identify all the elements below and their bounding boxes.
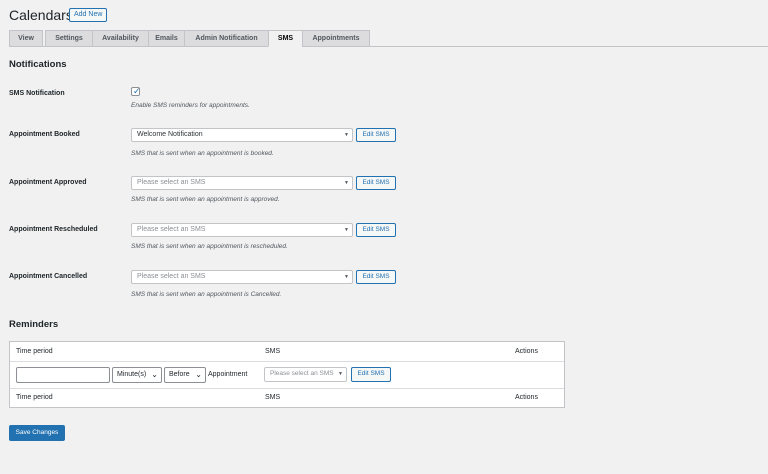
tab-settings[interactable]: Settings: [45, 30, 93, 47]
appointment-rescheduled-select-value: Please select an SMS: [137, 226, 206, 233]
appointment-cancelled-description: SMS that is sent when an appointment is …: [131, 291, 282, 298]
appointment-rescheduled-select[interactable]: Please select an SMS ▼: [131, 223, 353, 237]
edit-sms-button-rescheduled[interactable]: Edit SMS: [356, 223, 396, 237]
column-header-actions: Actions: [515, 348, 538, 355]
edit-sms-button-booked[interactable]: Edit SMS: [356, 128, 396, 142]
appointment-approved-select-value: Please select an SMS: [137, 179, 206, 186]
dropdown-arrow-icon: ▼: [344, 132, 349, 138]
appointment-booked-description: SMS that is sent when an appointment is …: [131, 150, 274, 157]
appointment-booked-label: Appointment Booked: [9, 131, 80, 138]
appointment-rescheduled-description: SMS that is sent when an appointment is …: [131, 243, 288, 250]
footer-time-period: Time period: [16, 394, 53, 401]
edit-sms-button-cancelled[interactable]: Edit SMS: [356, 270, 396, 284]
appointment-approved-description: SMS that is sent when an appointment is …: [131, 196, 280, 203]
reminder-sms-select[interactable]: Please select an SMS ▼: [264, 367, 347, 382]
tab-sms[interactable]: SMS: [268, 30, 303, 47]
appointment-cancelled-select-value: Please select an SMS: [137, 273, 206, 280]
reminders-table: Time period SMS Actions Minute(s) ⌄ Befo…: [9, 341, 565, 408]
time-period-input[interactable]: [16, 367, 110, 383]
tab-bar: View Settings Availability Emails Admin …: [9, 30, 768, 47]
appointment-booked-select-value: Welcome Notification: [137, 131, 203, 138]
edit-sms-button-reminder[interactable]: Edit SMS: [351, 367, 391, 382]
appointment-rescheduled-label: Appointment Rescheduled: [9, 226, 98, 233]
row-divider: [10, 388, 564, 389]
appointment-booked-select[interactable]: Welcome Notification ▼: [131, 128, 353, 142]
footer-actions: Actions: [515, 394, 538, 401]
chevron-down-icon: ⌄: [151, 370, 158, 379]
sms-notification-label: SMS Notification: [9, 90, 65, 97]
dropdown-arrow-icon: ▼: [344, 227, 349, 233]
tab-appointments[interactable]: Appointments: [302, 30, 370, 47]
dropdown-arrow-icon: ▼: [344, 180, 349, 186]
column-header-sms: SMS: [265, 348, 281, 355]
reminders-heading: Reminders: [9, 319, 59, 330]
reminder-sms-select-value: Please select an SMS: [270, 370, 334, 377]
header-divider: [10, 361, 564, 362]
tab-emails[interactable]: Emails: [148, 30, 185, 47]
footer-sms: SMS: [265, 394, 281, 401]
appointment-approved-select[interactable]: Please select an SMS ▼: [131, 176, 353, 190]
add-new-button[interactable]: Add New: [69, 8, 108, 22]
appointment-cancelled-label: Appointment Cancelled: [9, 273, 88, 280]
tab-admin-notification[interactable]: Admin Notification: [184, 30, 269, 47]
appointment-approved-label: Appointment Approved: [9, 179, 87, 186]
unit-select-value: Minute(s): [117, 371, 147, 378]
edit-sms-button-approved[interactable]: Edit SMS: [356, 176, 396, 190]
checkmark-icon: ✓: [133, 86, 141, 96]
dropdown-arrow-icon: ▼: [338, 371, 343, 377]
notifications-heading: Notifications: [9, 59, 67, 70]
appointment-suffix-label: Appointment: [208, 371, 248, 378]
save-changes-button[interactable]: Save Changes: [9, 425, 65, 441]
column-header-time-period: Time period: [16, 348, 53, 355]
unit-select[interactable]: Minute(s) ⌄: [112, 367, 162, 383]
appointment-cancelled-select[interactable]: Please select an SMS ▼: [131, 270, 353, 284]
relation-select-value: Before: [169, 371, 190, 378]
sms-notification-checkbox[interactable]: ✓: [131, 86, 141, 96]
tab-availability[interactable]: Availability: [92, 30, 149, 47]
dropdown-arrow-icon: ▼: [344, 274, 349, 280]
page-title: Calendars: [9, 7, 73, 23]
sms-notification-description: Enable SMS reminders for appointments.: [131, 102, 250, 109]
relation-select[interactable]: Before ⌄: [164, 367, 206, 383]
tab-view[interactable]: View: [9, 30, 43, 47]
chevron-down-icon: ⌄: [195, 370, 202, 379]
